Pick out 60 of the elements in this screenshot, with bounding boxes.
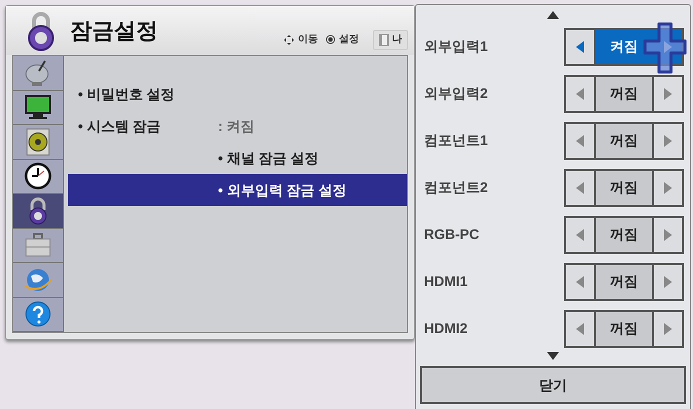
value-selector[interactable]: 꺼짐: [564, 122, 684, 160]
right-arrow-icon: [664, 228, 672, 240]
selector-value: 꺼짐: [596, 124, 652, 158]
value-selector[interactable]: 꺼짐: [564, 216, 684, 254]
row-label: HDMI1: [423, 272, 469, 291]
selector-value: 꺼짐: [596, 312, 652, 346]
menu-item[interactable]: • 시스템 잠금: [78, 116, 218, 136]
selector-value: 켜짐: [596, 30, 652, 64]
left-arrow-icon: [576, 88, 584, 100]
ok-button-icon: [326, 35, 335, 44]
right-arrow-icon: [664, 322, 672, 334]
value-selector[interactable]: 꺼짐: [564, 262, 684, 300]
menu-item[interactable]: • 비밀번호 설정: [78, 84, 218, 104]
sidebar-item[interactable]: [13, 90, 63, 125]
row-label: 외부입력2: [423, 84, 489, 103]
right-arrow-icon: [664, 276, 672, 288]
selector-value: 꺼짐: [596, 218, 652, 252]
hint-label: 설정: [339, 33, 359, 47]
row-label: HDMI2: [423, 319, 469, 338]
left-arrow-icon: [576, 134, 584, 146]
padlock-icon: [26, 10, 56, 50]
row-label: 컴포넌트2: [423, 178, 489, 197]
door-icon: [379, 34, 389, 46]
menu-item[interactable]: • 채널 잠금 설정: [218, 148, 319, 168]
sidebar-item[interactable]: [13, 194, 63, 228]
selector-value: 꺼짐: [596, 264, 652, 298]
clock-icon: [23, 162, 53, 190]
right-arrow-icon: [664, 134, 672, 146]
cross-cursor-icon: [643, 22, 687, 74]
value-selector[interactable]: 꺼짐: [564, 168, 684, 206]
scroll-up-icon: [547, 11, 559, 19]
left-arrow-icon: [576, 228, 584, 240]
menu-item[interactable]: • 외부입력 잠금 설정: [218, 180, 347, 200]
toolbox-icon: [23, 231, 53, 260]
menu-item-highlight[interactable]: • 외부입력 잠금 설정: [68, 174, 407, 206]
help-icon: [23, 300, 53, 328]
right-arrow-icon: [664, 88, 672, 100]
sidebar-item[interactable]: [13, 160, 63, 194]
close-button[interactable]: 닫기: [420, 366, 686, 404]
exit-button[interactable]: 나: [373, 30, 408, 50]
left-arrow-icon: [576, 322, 584, 334]
menu-item-value: : 켜짐: [218, 116, 255, 136]
row-label: RGB-PC: [423, 225, 480, 244]
sidebar-item[interactable]: [13, 298, 63, 332]
value-selector[interactable]: 꺼짐: [564, 310, 684, 348]
value-selector[interactable]: 꺼짐: [564, 74, 684, 112]
row-label: 컴포넌트1: [423, 131, 489, 150]
tv-icon: [23, 93, 53, 122]
selector-value: 꺼짐: [596, 170, 652, 204]
hint-label: 이동: [298, 33, 318, 47]
left-arrow-icon: [576, 182, 584, 194]
row-label: 외부입력1: [423, 37, 489, 56]
left-arrow-icon: [576, 40, 584, 52]
left-arrow-icon: [576, 276, 584, 288]
selector-value: 꺼짐: [596, 76, 652, 110]
direction-pad-icon: [284, 34, 294, 44]
sidebar-item[interactable]: [13, 125, 63, 160]
window-title: 잠금설정: [70, 17, 158, 45]
scroll-down-icon: [547, 352, 559, 360]
right-arrow-icon: [664, 182, 672, 194]
